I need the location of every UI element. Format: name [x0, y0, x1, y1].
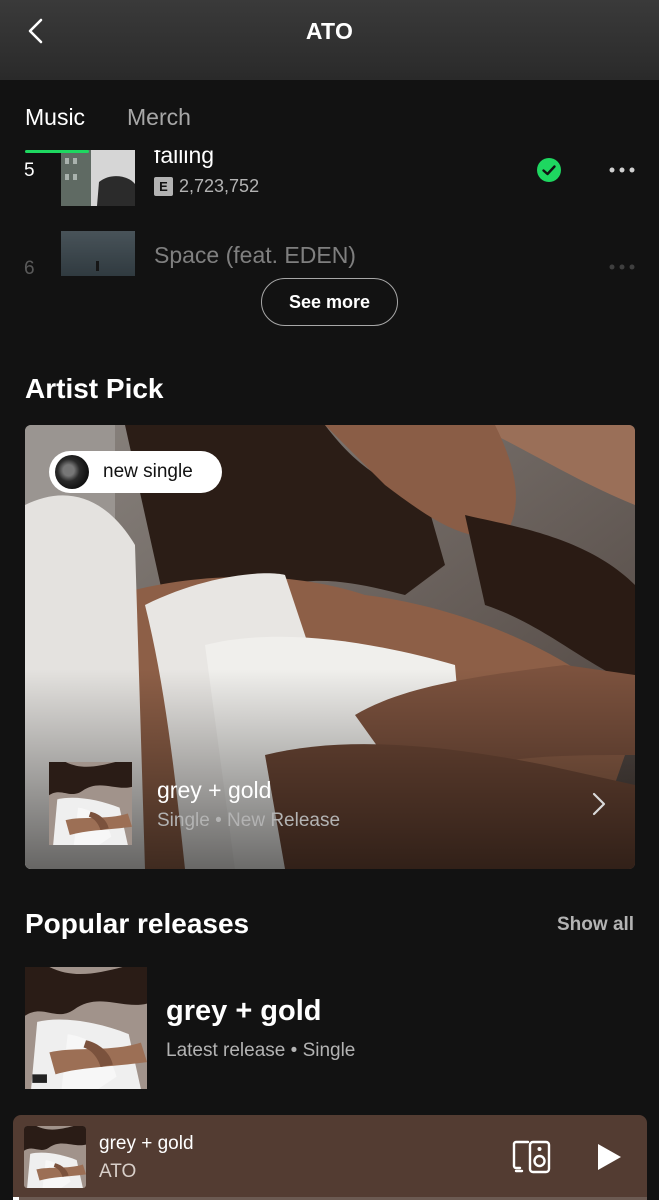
more-options-icon[interactable] — [608, 166, 636, 174]
artist-pick-title: grey + gold — [157, 777, 272, 803]
artist-pick-subtitle: Single • New Release — [157, 810, 341, 831]
tab-bar: Music Merch — [0, 80, 659, 150]
page-title: ATO — [305, 18, 354, 44]
release-title[interactable]: grey + gold — [166, 995, 322, 1028]
release-subtitle: Latest release • Single — [166, 1040, 356, 1061]
release-artwork — [49, 762, 132, 845]
track-artwork — [61, 231, 135, 276]
popular-releases-heading: Popular releases — [25, 908, 250, 939]
track-row[interactable]: 6 Space (feat. EDEN) — [0, 226, 659, 276]
track-number: 6 — [24, 258, 35, 276]
see-more-button[interactable]: See more — [261, 278, 398, 326]
artist-pick-heading: Artist Pick — [25, 373, 164, 404]
now-playing-title: grey + gold — [99, 1133, 194, 1154]
now-playing-artist: ATO — [99, 1161, 137, 1182]
show-all-link[interactable]: Show all — [557, 914, 634, 936]
tab-merch[interactable]: Merch — [127, 104, 191, 131]
top-bar: ATO — [0, 0, 659, 80]
new-single-badge: new single — [49, 451, 222, 493]
play-count: 2,723,752 — [179, 176, 260, 196]
now-playing-bar[interactable]: grey + gold ATO — [13, 1115, 647, 1200]
track-artwork — [61, 150, 135, 206]
track-title: Space (feat. EDEN) — [154, 242, 356, 268]
tab-music[interactable]: Music — [25, 104, 85, 131]
artist-pick-card[interactable]: new single grey + gold Single • New Rele… — [25, 425, 635, 869]
track-meta: E 2,723,752 — [154, 176, 259, 197]
chevron-right-icon[interactable] — [588, 791, 610, 817]
track-title: falling — [154, 150, 215, 168]
track-row[interactable]: 5 falling E 2,723,752 — [0, 150, 659, 226]
track-number: 5 — [24, 160, 35, 181]
explicit-badge: E — [154, 177, 173, 196]
active-tab-indicator — [25, 150, 89, 153]
now-playing-artwork — [24, 1126, 86, 1188]
play-icon[interactable] — [596, 1143, 622, 1171]
release-artwork[interactable] — [25, 967, 147, 1089]
connect-device-icon[interactable] — [512, 1140, 552, 1174]
badge-label: new single — [103, 461, 193, 482]
artist-avatar — [55, 455, 89, 489]
check-circle-icon[interactable] — [536, 157, 562, 183]
more-options-icon[interactable] — [608, 263, 636, 271]
